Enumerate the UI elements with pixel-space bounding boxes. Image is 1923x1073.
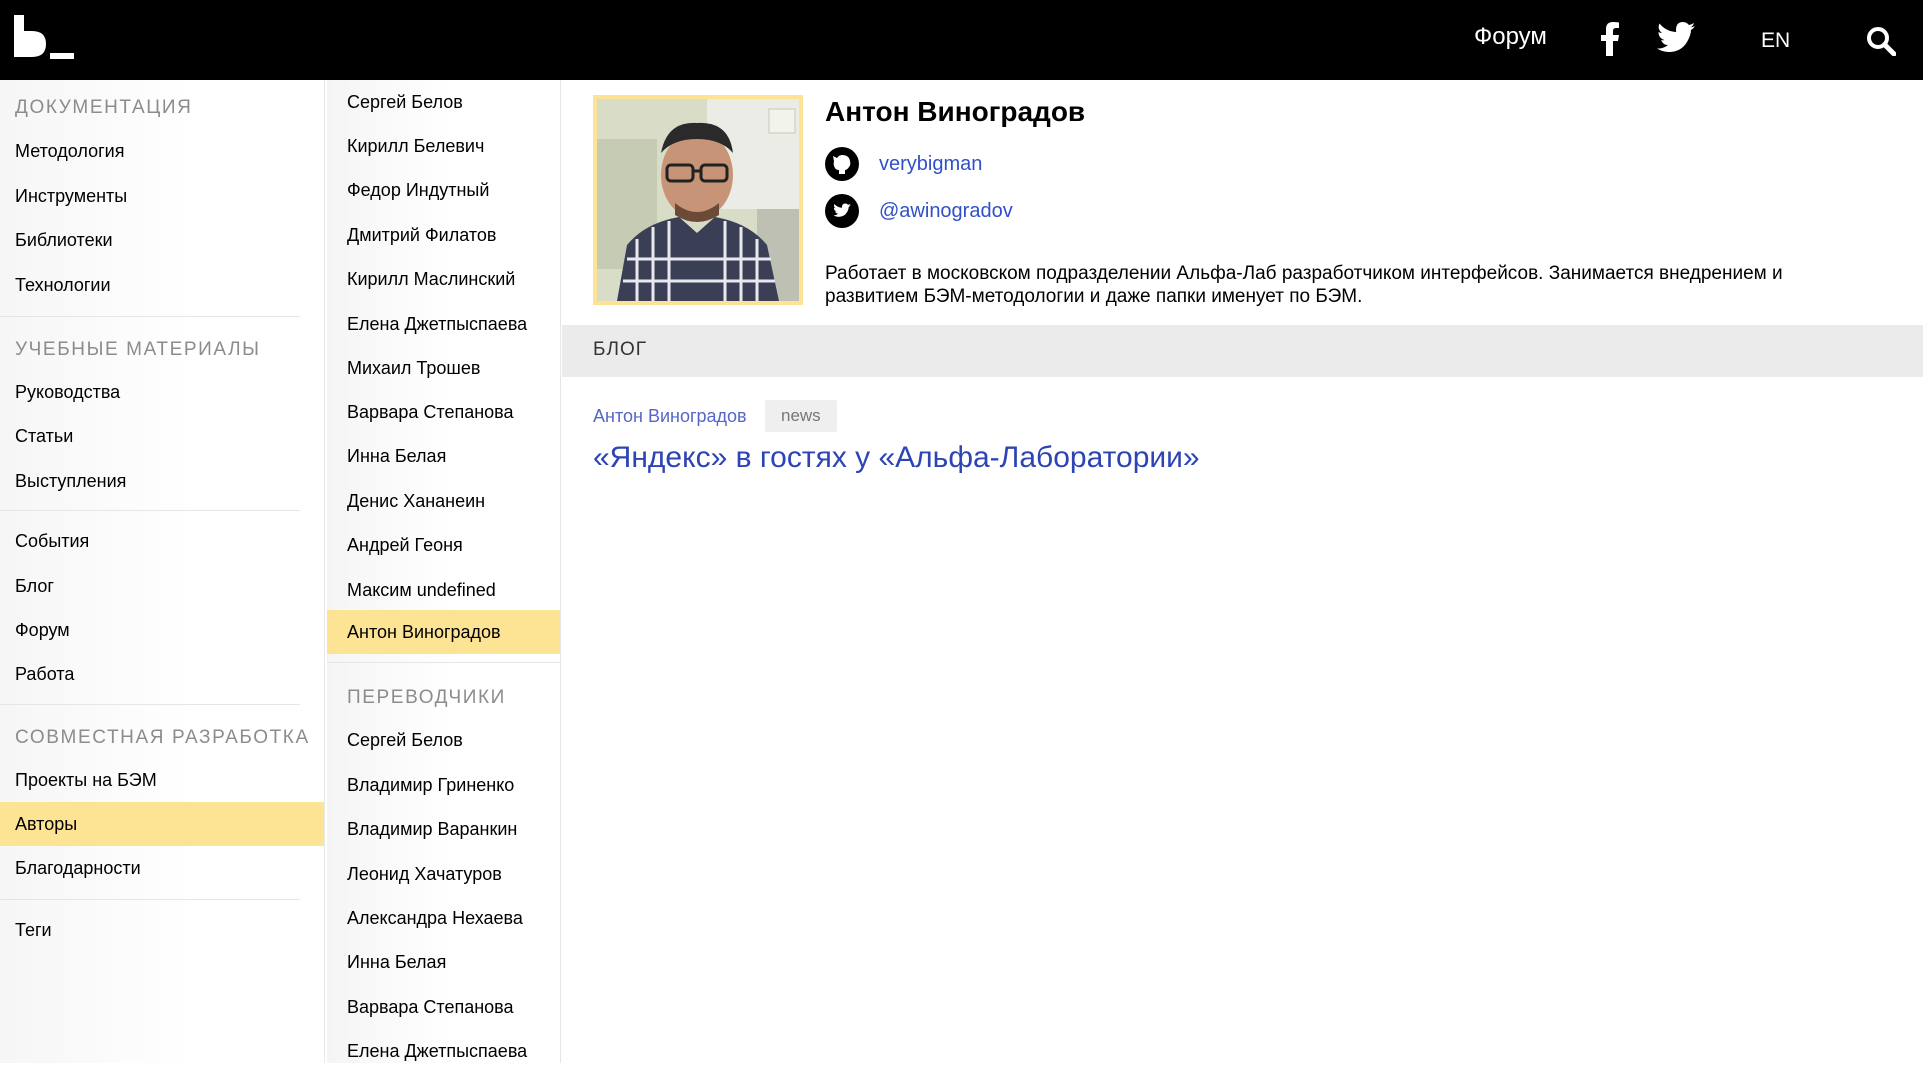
top-bar: Форум EN [0,0,1923,80]
author-item[interactable]: Кирилл Белевич [327,124,560,168]
translator-item[interactable]: Сергей Белов [327,718,560,762]
language-switch[interactable]: EN [1761,26,1790,56]
nav-item-jobs[interactable]: Работа [0,652,324,696]
twitter-link[interactable]: @awinogradov [879,198,1013,224]
author-item[interactable]: Инна Белая [327,434,560,478]
post-author-link[interactable]: Антон Виноградов [593,404,747,428]
section-title-collab: Совместная разработка [15,727,310,748]
blog-section-header: БЛОГ [562,325,1923,377]
nav-item-tools[interactable]: Инструменты [0,174,324,218]
blog-section-title: БЛОГ [593,339,648,360]
section-title-docs: Документация [15,97,193,118]
github-link[interactable]: verybigman [879,151,982,177]
nav-divider [0,899,300,900]
post-tag[interactable]: news [765,400,837,432]
twitter-icon[interactable] [1657,22,1695,54]
translator-item[interactable]: Варвара Степанова [327,985,560,1029]
author-item[interactable]: Федор Индутный [327,168,560,212]
forum-link[interactable]: Форум [1474,22,1547,52]
search-icon[interactable] [1866,26,1896,56]
author-profile: Антон Виноградов verybigman @awinogradov… [561,80,1923,1063]
author-item[interactable]: Андрей Геоня [327,523,560,567]
author-item[interactable]: Денис Хананеин [327,479,560,523]
post-title-link[interactable]: «Яндекс» в гостях у «Альфа-Лаборатории» [593,438,1200,478]
twitter-icon [825,194,859,228]
bem-logo[interactable] [14,15,74,61]
nav-item-talks[interactable]: Выступления [0,459,324,503]
section-title-learning: Учебные материалы [15,339,261,360]
author-item[interactable]: Сергей Белов [327,80,560,124]
nav-item-forum[interactable]: Форум [0,608,324,652]
authors-divider [327,662,560,663]
nav-item-blog[interactable]: Блог [0,564,324,608]
facebook-icon[interactable] [1600,22,1620,56]
author-item[interactable]: Варвара Степанова [327,390,560,434]
nav-divider [0,316,300,317]
nav-item-projects[interactable]: Проекты на БЭМ [0,758,324,802]
nav-item-events[interactable]: События [0,519,324,563]
translator-item[interactable]: Владимир Варанкин [327,807,560,851]
nav-item-articles[interactable]: Статьи [0,414,324,458]
translator-item[interactable]: Владимир Гриненко [327,763,560,807]
nav-divider [0,510,300,511]
nav-item-thanks[interactable]: Благодарности [0,846,324,890]
translator-item[interactable]: Инна Белая [327,940,560,984]
nav-item-libraries[interactable]: Библиотеки [0,218,324,262]
nav-divider [0,704,300,705]
translator-item[interactable]: Леонид Хачатуров [327,852,560,896]
section-title-translators: Переводчики [347,687,506,708]
nav-item-methodology[interactable]: Методология [0,129,324,173]
author-photo [593,95,803,305]
translator-item[interactable]: Александра Нехаева [327,896,560,940]
author-bio: Работает в московском подразделении Альф… [825,263,1783,307]
nav-item-technologies[interactable]: Технологии [0,263,324,307]
nav-item-guides[interactable]: Руководства [0,370,324,414]
author-item[interactable]: Елена Джетпыспаева [327,302,560,346]
main-nav: Документация Методология Инструменты Биб… [0,80,325,1063]
translator-item[interactable]: Елена Джетпыспаева [327,1029,560,1073]
nav-item-tags[interactable]: Теги [0,908,324,952]
author-item[interactable]: Дмитрий Филатов [327,213,560,257]
author-item-active[interactable]: Антон Виноградов [327,610,560,654]
github-icon [825,147,859,181]
author-item[interactable]: Максим undefined [327,568,560,612]
author-name: Антон Виноградов [825,96,1086,127]
author-item[interactable]: Михаил Трошев [327,346,560,390]
authors-list: Сергей Белов Кирилл Белевич Федор Индутн… [327,80,561,1063]
nav-item-authors[interactable]: Авторы [0,802,324,846]
author-item[interactable]: Кирилл Маслинский [327,257,560,301]
